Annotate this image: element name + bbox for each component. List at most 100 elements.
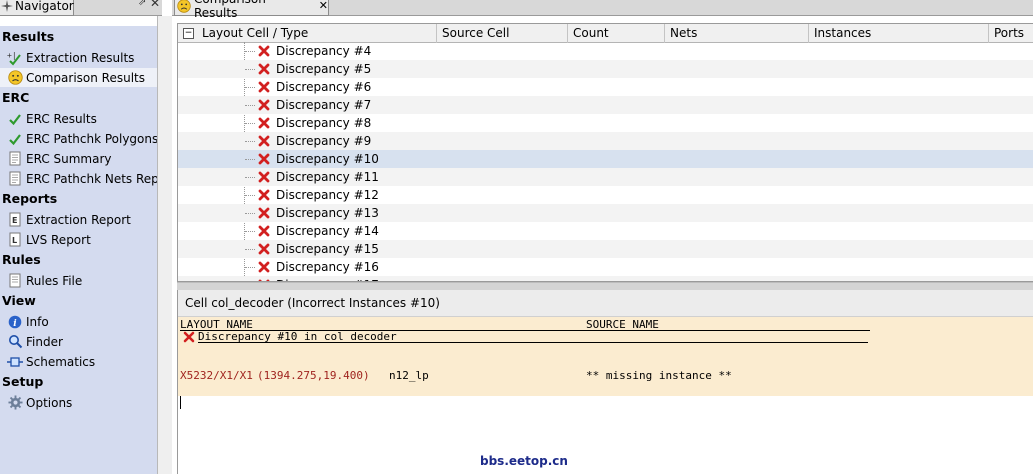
navigator-tab-label: Navigator	[15, 0, 74, 13]
checkmark-icon	[7, 131, 23, 147]
error-x-icon	[257, 152, 271, 166]
tree-branch-line	[245, 87, 255, 88]
sidebar-item-label: Schematics	[26, 354, 96, 369]
close-tab-icon[interactable]: ✕	[319, 0, 328, 12]
sidebar-item-erc-summary[interactable]: ERC Summary	[0, 149, 157, 168]
sidebar-item-info[interactable]: i Info	[0, 312, 157, 331]
watermark: bbs.eetop.cn	[480, 454, 568, 468]
discrepancy-label: Discrepancy #6	[276, 80, 372, 94]
table-row[interactable]: Discrepancy #8	[178, 114, 1033, 132]
table-row[interactable]: Discrepancy #10	[178, 150, 1033, 168]
sidebar-item-label: ERC Results	[26, 111, 97, 126]
nav-section-setup: Setup	[2, 374, 44, 389]
column-header-layout-cell[interactable]: Layout Cell / Type	[197, 24, 437, 43]
tree-branch-line	[245, 123, 255, 124]
column-header-count[interactable]: Count	[568, 24, 665, 43]
discrepancy-label: Discrepancy #14	[276, 224, 379, 238]
sidebar-item-rules-file[interactable]: Rules File	[0, 271, 157, 290]
navigator-scrollbar[interactable]	[157, 16, 172, 474]
table-row[interactable]: Discrepancy #13	[178, 204, 1033, 222]
document-icon	[7, 171, 23, 187]
sidebar-item-schematics[interactable]: Schematics	[0, 352, 157, 371]
error-x-icon	[257, 134, 271, 148]
sidebar-item-extraction-report[interactable]: E Extraction Report	[0, 210, 157, 229]
table-row[interactable]: Discrepancy #9	[178, 132, 1033, 150]
error-x-icon	[257, 170, 271, 184]
tree-header: − Layout Cell / Type Source Cell Count N…	[178, 24, 1033, 43]
tree-branch-line	[245, 195, 255, 196]
navigator-icon	[1, 0, 13, 12]
discrepancy-label: Discrepancy #16	[276, 260, 379, 274]
sidebar-item-label: Finder	[26, 334, 63, 349]
column-header-ports[interactable]: Ports	[989, 24, 1033, 43]
navigator-tab[interactable]: Navigator	[0, 0, 74, 16]
discrepancy-label: Discrepancy #4	[276, 44, 372, 58]
column-header-instances[interactable]: Instances	[809, 24, 989, 43]
column-header-source-cell[interactable]: Source Cell	[437, 24, 568, 43]
restore-icon[interactable]: ⇗	[138, 0, 146, 8]
error-x-icon	[257, 242, 271, 256]
tree-branch-line	[245, 213, 255, 214]
sidebar-item-label: Extraction Report	[26, 212, 131, 227]
tree-branch-line	[245, 249, 255, 250]
discrepancy-label: Discrepancy #8	[276, 116, 372, 130]
sidebar-item-erc-results[interactable]: ERC Results	[0, 109, 157, 128]
tree-body: Discrepancy #4 Discrepancy #5 Discrepancy …	[178, 42, 1033, 281]
error-x-icon	[257, 224, 271, 238]
tree-branch-line	[245, 69, 255, 70]
instance-coordinates-link[interactable]: (1394.275,19.400)	[257, 369, 370, 382]
tree-branch-line	[245, 231, 255, 232]
gear-icon	[7, 395, 23, 411]
table-row[interactable]: Discrepancy #14	[178, 222, 1033, 240]
sidebar-item-erc-pathchk-polygons[interactable]: ERC Pathchk Polygons	[0, 129, 157, 148]
sidebar-item-erc-pathchk-nets-report[interactable]: ERC Pathchk Nets Report	[0, 169, 157, 188]
discrepancy-label: Discrepancy #15	[276, 242, 379, 256]
sidebar-item-extraction-results[interactable]: +| Extraction Results	[0, 48, 157, 67]
nav-section-erc: ERC	[2, 90, 30, 105]
discrepancy-label: Discrepancy #5	[276, 62, 372, 76]
table-row[interactable]: Discrepancy #5	[178, 60, 1033, 78]
instance-path-link[interactable]: X5232/X1/X1	[180, 369, 253, 382]
error-x-icon	[257, 98, 271, 112]
sidebar-item-lvs-report[interactable]: L LVS Report	[0, 230, 157, 249]
finder-icon	[7, 334, 23, 350]
error-x-icon	[257, 44, 271, 58]
close-navigator-icon[interactable]: ✕	[150, 0, 160, 10]
discrepancy-label: Discrepancy #11	[276, 170, 379, 184]
sad-face-icon	[7, 70, 23, 86]
discrepancy-rule	[198, 342, 868, 343]
table-row[interactable]: Discrepancy #16	[178, 258, 1033, 276]
error-x-icon	[257, 116, 271, 130]
tree-branch-line	[245, 105, 255, 106]
tab-comparison-results-label: Comparison Results	[194, 0, 266, 20]
tab-comparison-results[interactable]: Comparison Results ✕	[174, 0, 329, 20]
collapse-toggle-icon[interactable]: −	[183, 28, 194, 39]
tree-branch-line	[245, 141, 255, 142]
error-x-icon	[257, 260, 271, 274]
table-row[interactable]: Discrepancy #11	[178, 168, 1033, 186]
document-icon	[7, 151, 23, 167]
tree-branch-line	[245, 51, 255, 52]
sidebar-item-options[interactable]: Options	[0, 393, 157, 412]
table-row[interactable]: Discrepancy #12	[178, 186, 1033, 204]
table-row[interactable]: Discrepancy #4	[178, 42, 1033, 60]
error-x-icon	[257, 188, 271, 202]
discrepancy-label: Discrepancy #7	[276, 98, 372, 112]
source-missing-instance: ** missing instance **	[586, 369, 732, 382]
rules-file-icon	[7, 273, 23, 289]
svg-text:i: i	[13, 319, 17, 329]
table-row[interactable]: Discrepancy #7	[178, 96, 1033, 114]
error-x-icon	[183, 331, 195, 343]
sad-face-icon	[177, 0, 191, 13]
sidebar-item-comparison-results[interactable]: Comparison Results	[0, 68, 157, 87]
table-row[interactable]: Discrepancy #6	[178, 78, 1033, 96]
sidebar-item-label: Info	[26, 314, 49, 329]
navigator-panel: Navigator ⇗ ✕ Results +| Extraction Result…	[0, 0, 172, 474]
comparison-tree-table: − Layout Cell / Type Source Cell Count N…	[177, 23, 1033, 282]
pane-splitter[interactable]	[177, 282, 1033, 290]
column-header-nets[interactable]: Nets	[665, 24, 809, 43]
detail-highlight-block: LAYOUT NAME SOURCE NAME Discrepancy #10 …	[178, 317, 1033, 396]
tree-branch-line	[245, 159, 255, 160]
sidebar-item-finder[interactable]: Finder	[0, 332, 157, 351]
table-row[interactable]: Discrepancy #15	[178, 240, 1033, 258]
